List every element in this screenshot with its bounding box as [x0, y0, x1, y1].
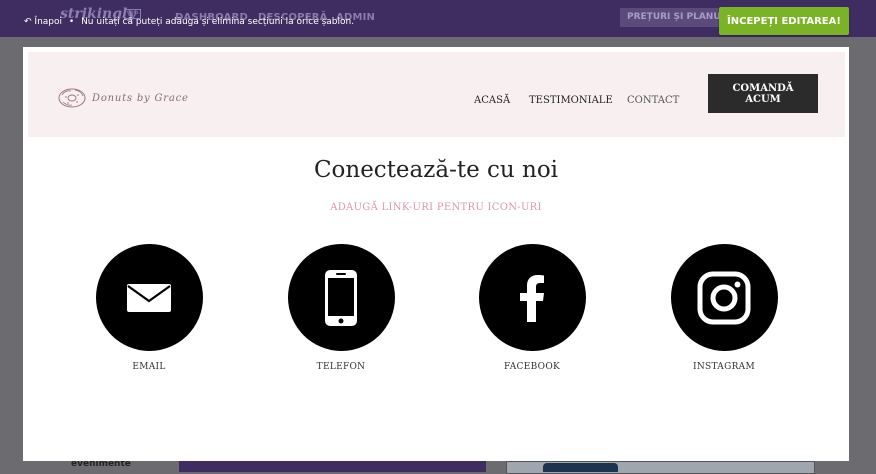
pricing-button: PREȚURI ȘI PLANURI — [620, 8, 724, 27]
background-block — [179, 461, 486, 472]
brand-name: Donuts by Grace — [92, 92, 189, 104]
back-arrow-icon: ↶ — [24, 17, 32, 27]
start-editing-button[interactable]: ÎNCEPEȚI EDITAREA! — [719, 7, 849, 35]
order-now-button[interactable]: COMANDĂ ACUM — [708, 74, 818, 113]
contact-item-email[interactable]: EMAIL — [69, 244, 229, 372]
phone-icon — [325, 269, 357, 326]
contact-item-phone[interactable]: TELEFON — [261, 244, 421, 372]
nav-home[interactable]: ACASĂ — [474, 95, 510, 106]
facebook-circle[interactable] — [478, 244, 586, 351]
section-subtitle: ADAUGĂ LINK-URI PENTRU ICON-URI — [330, 202, 542, 213]
contact-label-instagram: INSTAGRAM — [693, 362, 755, 372]
contact-label-email: EMAIL — [132, 362, 166, 372]
phone-circle[interactable] — [287, 244, 395, 351]
separator: • — [68, 17, 75, 27]
nav-testimonials[interactable]: TESTIMONIALE — [529, 95, 613, 106]
contact-label-facebook: FACEBOOK — [503, 362, 561, 372]
facebook-icon — [520, 274, 544, 322]
instagram-circle[interactable] — [670, 244, 778, 351]
envelope-icon — [127, 283, 171, 312]
back-label: Înapoi — [34, 17, 63, 27]
contact-item-instagram[interactable]: INSTAGRAM — [644, 244, 804, 372]
section-title: Conectează-te cu noi — [313, 157, 559, 183]
nav-contact[interactable]: CONTACT — [627, 95, 679, 106]
back-link[interactable]: ↶ Înapoi • Nu uitați că puteți adăuga și… — [24, 17, 354, 27]
instagram-icon — [697, 271, 751, 324]
site-header: Donuts by Grace ACASĂ TESTIMONIALE CONTA… — [28, 52, 845, 137]
contact-label-phone: TELEFON — [316, 362, 366, 372]
template-preview-modal: Donuts by Grace ACASĂ TESTIMONIALE CONTA… — [23, 47, 849, 461]
hint-text: Nu uitați că puteți adăuga și elimina se… — [81, 17, 355, 27]
donut-logo-icon — [58, 88, 86, 108]
contact-item-facebook[interactable]: FACEBOOK — [452, 244, 612, 372]
site-brand[interactable]: Donuts by Grace — [58, 87, 189, 109]
background-shape — [543, 463, 618, 472]
email-circle[interactable] — [95, 244, 203, 351]
